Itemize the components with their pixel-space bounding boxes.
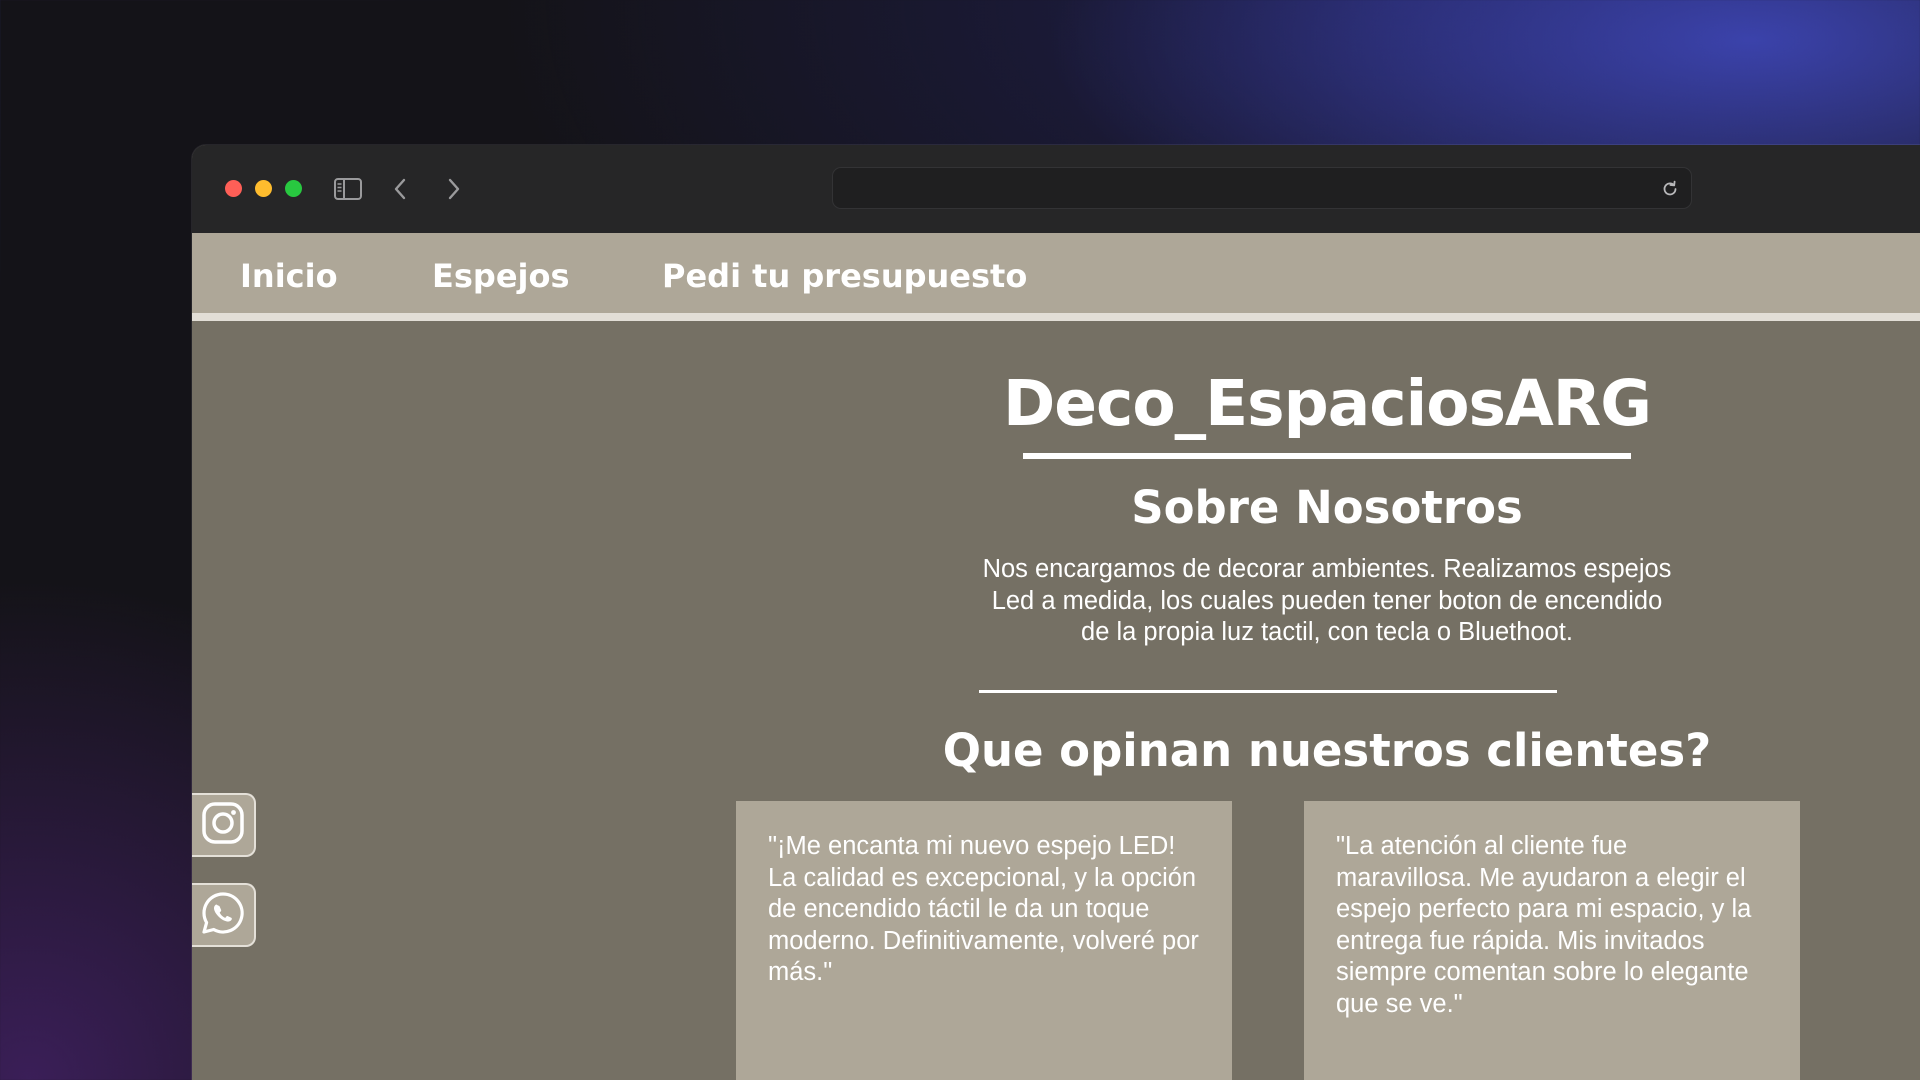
about-title: Sobre Nosotros: [1131, 481, 1523, 534]
about-divider: [979, 690, 1557, 693]
nav-item-presupuesto[interactable]: Pedi tu presupuesto: [662, 257, 1027, 295]
site-navbar: Inicio Espejos Pedi tu presupuesto: [192, 233, 1920, 321]
about-text: Nos encargamos de decorar ambientes. Rea…: [982, 555, 1672, 646]
review-card: "¡Me encanta mi nuevo espejo LED! La cal…: [736, 801, 1232, 1080]
reviews-title: Que opinan nuestros clientes?: [942, 724, 1712, 777]
whatsapp-link[interactable]: [192, 883, 256, 947]
reload-icon[interactable]: [1659, 178, 1681, 200]
back-arrow-icon[interactable]: [382, 171, 418, 207]
review-text: "¡Me encanta mi nuevo espejo LED! La cal…: [768, 832, 1199, 986]
browser-window: Inicio Espejos Pedi tu presupuesto Deco_…: [192, 145, 1920, 1080]
brand-title: Deco_EspaciosARG: [1003, 367, 1652, 440]
instagram-icon: [200, 800, 246, 850]
sidebar-toggle-icon[interactable]: [330, 171, 366, 207]
instagram-link[interactable]: [192, 793, 256, 857]
forward-arrow-icon[interactable]: [436, 171, 472, 207]
brand-underline: [1023, 453, 1631, 459]
main-content: Deco_EspaciosARG Sobre Nosotros Nos enca…: [192, 321, 1920, 1080]
minimize-window-button[interactable]: [255, 180, 272, 197]
browser-toolbar: [192, 145, 1920, 234]
nav-item-inicio[interactable]: Inicio: [240, 257, 338, 295]
review-text: "La atención al cliente fue maravillosa.…: [1336, 832, 1752, 1018]
close-window-button[interactable]: [225, 180, 242, 197]
review-card: "La atención al cliente fue maravillosa.…: [1304, 801, 1800, 1080]
nav-item-espejos[interactable]: Espejos: [432, 257, 570, 295]
address-bar[interactable]: [832, 167, 1692, 209]
whatsapp-icon: [200, 890, 246, 940]
zoom-window-button[interactable]: [285, 180, 302, 197]
